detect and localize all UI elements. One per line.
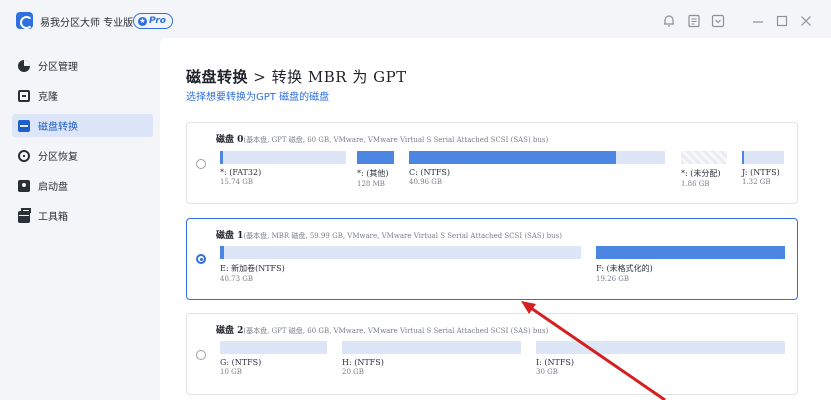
partition-size: 15.74 GB	[220, 178, 254, 186]
recover-icon	[18, 149, 30, 162]
disk-info: (基本盘, MBR 磁盘, 59.99 GB, VMware, VMware V…	[243, 232, 562, 240]
usage-fill	[409, 151, 617, 164]
sidebar-item-partition-recovery[interactable]: 分区恢复	[12, 144, 153, 167]
partition-block[interactable]: H: (NTFS) 20 GB	[342, 341, 521, 376]
bell-icon[interactable]	[661, 13, 677, 29]
close-icon[interactable]	[798, 13, 814, 29]
partition-size: 1.86 GB	[681, 180, 710, 188]
sidebar-item-disk-convert[interactable]: 磁盘转换	[12, 114, 153, 137]
partition-label: *: (未分配)	[681, 169, 721, 178]
partition-usage-bar	[357, 151, 394, 164]
sidebar-item-label: 启动盘	[38, 182, 68, 193]
partition-label: C: (NTFS)	[409, 168, 450, 177]
page-title-section: 磁盘转换	[186, 68, 249, 86]
disk-name: 磁盘 1	[216, 231, 244, 241]
partition-block[interactable]: *: (未分配) 1.86 GB	[681, 151, 727, 188]
partition-label: *: (其他)	[357, 169, 389, 178]
sidebar-item-toolbox[interactable]: 工具箱	[12, 204, 153, 227]
page-title: 磁盘转换 > 转换 MBR 为 GPT	[186, 66, 407, 87]
partition-usage-bar	[220, 341, 327, 354]
partition-usage-bar	[409, 151, 665, 164]
partition-size: 40.96 GB	[409, 178, 443, 186]
disk-card-0[interactable]: 磁盘 0(基本盘, GPT 磁盘, 60 GB, VMware, VMware …	[186, 122, 798, 204]
partition-usage-bar	[536, 341, 785, 354]
partition-block[interactable]: G: (NTFS) 10 GB	[220, 341, 327, 376]
partition-size: 30 GB	[536, 368, 558, 376]
partition-size: 40.73 GB	[220, 275, 254, 283]
partition-block[interactable]: *: (FAT32) 15.74 GB	[220, 151, 346, 186]
partition-label: H: (NTFS)	[342, 358, 384, 367]
page-title-breadcrumb: > 转换 MBR 为 GPT	[248, 68, 407, 86]
partition-label: J: (NTFS)	[742, 168, 780, 177]
disk-info: (基本盘, GPT 磁盘, 60 GB, VMware, VMware Virt…	[243, 136, 549, 144]
page-subtitle: 选择想要转换为GPT 磁盘的磁盘	[186, 92, 330, 103]
disk-name: 磁盘 0	[216, 135, 244, 145]
usage-fill	[742, 151, 744, 164]
sidebar-item-label: 分区管理	[38, 62, 78, 73]
partition-block[interactable]: J: (NTFS) 1.32 GB	[742, 151, 784, 186]
partition-usage-bar	[220, 246, 581, 259]
app-title: 易我分区大师 专业版	[40, 18, 134, 29]
disk-title: 磁盘 2(基本盘, GPT 磁盘, 60 GB, VMware, VMware …	[216, 323, 548, 336]
clone-icon	[18, 89, 30, 102]
disk-convert-icon	[18, 119, 30, 132]
partition-label: I: (NTFS)	[536, 358, 575, 367]
partition-usage-bar	[596, 246, 785, 259]
disk-name: 磁盘 2	[216, 326, 244, 336]
partition-block[interactable]: C: (NTFS) 40.96 GB	[409, 151, 665, 186]
pro-badge-label: Pro	[149, 16, 166, 26]
sidebar-item-label: 分区恢复	[38, 152, 78, 163]
maximize-icon[interactable]	[774, 13, 790, 29]
partition-block[interactable]: *: (其他) 128 MB	[357, 151, 394, 188]
partition-size: 20 GB	[342, 368, 364, 376]
disk-title: 磁盘 0(基本盘, GPT 磁盘, 60 GB, VMware, VMware …	[216, 132, 548, 145]
sidebar-item-partition-manager[interactable]: 分区管理	[12, 54, 153, 77]
partition-label: E: 新加卷(NTFS)	[220, 264, 285, 273]
toolbox-icon	[18, 207, 31, 223]
sidebar-item-clone[interactable]: 克隆	[12, 84, 153, 107]
partition-size: 128 MB	[357, 180, 385, 188]
disk-info: (基本盘, GPT 磁盘, 60 GB, VMware, VMware Virt…	[243, 327, 549, 335]
disk-radio-0[interactable]	[196, 159, 206, 169]
partition-block[interactable]: E: 新加卷(NTFS) 40.73 GB	[220, 246, 581, 283]
sidebar-item-label: 磁盘转换	[38, 122, 78, 133]
partition-usage-bar	[342, 341, 521, 354]
disk-title: 磁盘 1(基本盘, MBR 磁盘, 59.99 GB, VMware, VMwa…	[216, 228, 562, 241]
pie-chart-icon	[18, 59, 30, 72]
disk-card-2[interactable]: 磁盘 2(基本盘, GPT 磁盘, 60 GB, VMware, VMware …	[186, 313, 798, 395]
partition-size: 1.32 GB	[742, 178, 771, 186]
sidebar-item-boot-disk[interactable]: 启动盘	[12, 174, 153, 197]
partition-usage-bar	[220, 151, 346, 164]
partition-size: 19.26 GB	[596, 275, 630, 283]
minimize-icon[interactable]	[750, 13, 766, 29]
partition-block[interactable]: F: (未格式化的) 19.26 GB	[596, 246, 785, 283]
usage-fill	[357, 151, 394, 164]
partition-size: 10 GB	[220, 368, 242, 376]
usage-fill	[596, 246, 785, 259]
disk-card-1[interactable]: 磁盘 1(基本盘, MBR 磁盘, 59.99 GB, VMware, VMwa…	[186, 218, 798, 300]
usage-fill	[220, 246, 224, 259]
app-logo-icon	[16, 12, 33, 29]
star-icon: ★	[138, 16, 147, 26]
boot-disk-icon	[18, 179, 30, 192]
disk-radio-2[interactable]	[196, 350, 206, 360]
notes-icon[interactable]	[686, 13, 702, 29]
usage-fill	[220, 151, 223, 164]
sidebar-item-label: 工具箱	[38, 212, 68, 223]
pro-badge[interactable]: ★ Pro	[133, 13, 173, 29]
partition-label: *: (FAT32)	[220, 168, 262, 177]
sidebar: 分区管理 克隆 磁盘转换 分区恢复 启动盘 工具箱	[0, 44, 160, 400]
partition-label: G: (NTFS)	[220, 358, 262, 367]
partition-block[interactable]: I: (NTFS) 30 GB	[536, 341, 785, 376]
menu-icon[interactable]	[710, 13, 726, 29]
main-panel: 磁盘转换 > 转换 MBR 为 GPT 选择想要转换为GPT 磁盘的磁盘 磁盘 …	[160, 38, 831, 400]
partition-label: F: (未格式化的)	[596, 264, 653, 273]
disk-radio-1[interactable]	[196, 254, 206, 264]
sidebar-item-label: 克隆	[38, 92, 58, 103]
unallocated-bar	[681, 151, 727, 164]
partition-usage-bar	[742, 151, 784, 164]
